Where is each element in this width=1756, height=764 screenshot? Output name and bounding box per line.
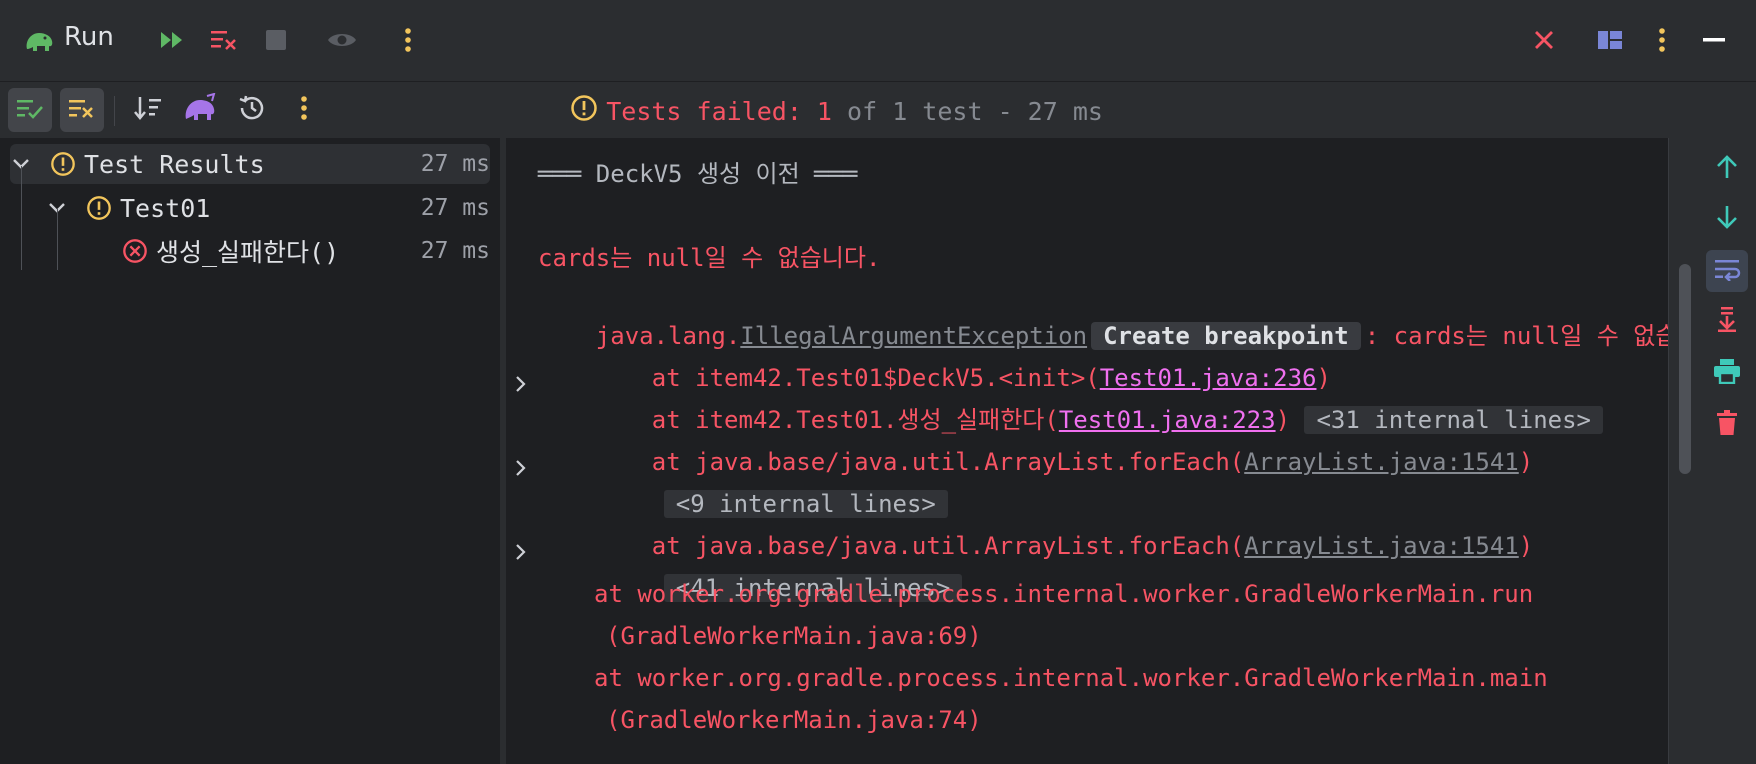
tree-guide-line	[57, 208, 58, 270]
tool-window-title: Run	[64, 22, 114, 52]
scroll-down-button[interactable]	[1706, 198, 1748, 240]
gradle-settings-button[interactable]	[178, 88, 222, 132]
exception-line: java.lang.IllegalArgumentException Create…	[595, 322, 1668, 350]
tree-item-duration: 27 ms	[420, 195, 490, 221]
stack-frame-line: at java.base/java.util.ArrayList.forEach…	[651, 532, 1534, 560]
tree-item-duration: 27 ms	[420, 238, 490, 264]
folded-line: <9 internal lines>	[606, 450, 948, 518]
chevron-right-icon[interactable]	[506, 534, 536, 570]
stack-frame-line: at worker.org.gradle.process.internal.wo…	[594, 580, 1534, 608]
stop-icon[interactable]	[258, 22, 294, 58]
stack-frame-line: at item42.Test01.생성_실패한다(Test01.java:223…	[594, 366, 1604, 434]
tree-item-method[interactable]: 생성_실패한다() 27 ms	[10, 231, 490, 271]
stack-frame-line: at worker.org.gradle.process.internal.wo…	[594, 664, 1548, 692]
scroll-to-end-button[interactable]	[1706, 300, 1748, 342]
folded-line: <41 internal lines>	[606, 534, 963, 602]
print-button[interactable]	[1706, 352, 1748, 394]
error-message-line: cards는 null일 수 없습니다.	[538, 244, 881, 272]
print-icon	[1713, 358, 1741, 389]
show-passed-button[interactable]	[8, 88, 52, 132]
minimize-icon[interactable]	[1696, 22, 1732, 58]
test-status-summary: Tests failed: 1 of 1 test - 27 ms	[510, 95, 1103, 127]
chevron-right-icon[interactable]	[506, 366, 536, 402]
tree-guide-line	[21, 166, 22, 270]
stack-frame-line: at item42.Test01$DeckV5.<init>(Test01.ja…	[651, 364, 1331, 392]
sort-button[interactable]	[126, 88, 170, 132]
tree-item-test01[interactable]: Test01 27 ms	[10, 188, 490, 228]
soft-wrap-toggle[interactable]	[1706, 250, 1748, 292]
stack-frame-continuation: (GradleWorkerMain.java:74)	[606, 706, 982, 734]
gradle-elephant-icon	[22, 24, 56, 58]
rerun-failed-icon[interactable]	[206, 22, 242, 58]
soft-wrap-icon	[1713, 257, 1741, 286]
scrollbar-thumb[interactable]	[1679, 264, 1691, 474]
close-icon[interactable]	[1526, 22, 1562, 58]
stack-frame-continuation: (GradleWorkerMain.java:69)	[606, 622, 982, 650]
show-ignored-button[interactable]	[60, 88, 104, 132]
warning-icon	[50, 151, 76, 177]
run-tool-window-header: Run	[0, 0, 1756, 82]
scroll-up-icon	[1715, 154, 1739, 185]
console-header-line: ═══ DeckV5 생성 이전 ═══	[538, 160, 858, 188]
rerun-icon[interactable]	[154, 22, 190, 58]
toolbar-separator	[114, 96, 115, 126]
history-button[interactable]	[230, 88, 274, 132]
tests-summary-text: of 1 test - 27 ms	[832, 96, 1103, 126]
console-scrollbar[interactable]	[1668, 138, 1698, 764]
history-icon	[237, 93, 267, 128]
scroll-down-icon	[1715, 204, 1739, 235]
tree-item-label: Test Results	[84, 149, 265, 179]
chevron-right-icon[interactable]	[506, 450, 536, 486]
source-link[interactable]: ArrayList.java:1541	[1244, 532, 1519, 560]
tests-failed-text: Tests failed: 1	[606, 96, 832, 126]
test-results-tree: Test Results 27 ms Test01 27 ms 생성_실패한다(…	[0, 138, 500, 764]
more-options-button[interactable]	[282, 88, 326, 132]
tree-item-label: Test01	[120, 193, 211, 223]
stack-frame-line: at java.base/java.util.ArrayList.forEach…	[651, 448, 1534, 476]
more-vertical-icon[interactable]	[390, 22, 426, 58]
more-vertical-icon	[300, 95, 308, 125]
layout-icon[interactable]	[1592, 22, 1628, 58]
eye-icon[interactable]	[324, 22, 360, 58]
clear-all-icon	[1716, 409, 1738, 441]
clear-all-button[interactable]	[1706, 404, 1748, 446]
console-output[interactable]: ═══ DeckV5 생성 이전 ═══ cards는 null일 수 없습니다…	[506, 138, 1668, 764]
scroll-to-end-icon	[1715, 305, 1739, 338]
chevron-down-icon[interactable]	[48, 202, 74, 214]
failed-icon	[122, 238, 148, 264]
source-link[interactable]: ArrayList.java:1541	[1244, 448, 1519, 476]
tree-item-label: 생성_실패한다()	[156, 238, 340, 267]
tree-item-duration: 27 ms	[420, 151, 490, 177]
scroll-up-button[interactable]	[1706, 148, 1748, 190]
sort-icon	[133, 95, 163, 126]
show-ignored-icon	[67, 96, 97, 125]
gradle-icon	[183, 92, 217, 128]
show-passed-icon	[15, 96, 45, 125]
console-actions-strip	[1698, 82, 1756, 764]
warning-icon	[86, 195, 112, 221]
more-vertical-icon[interactable]	[1644, 22, 1680, 58]
chevron-down-icon[interactable]	[12, 158, 38, 170]
tree-item-test-results[interactable]: Test Results 27 ms	[10, 144, 490, 184]
